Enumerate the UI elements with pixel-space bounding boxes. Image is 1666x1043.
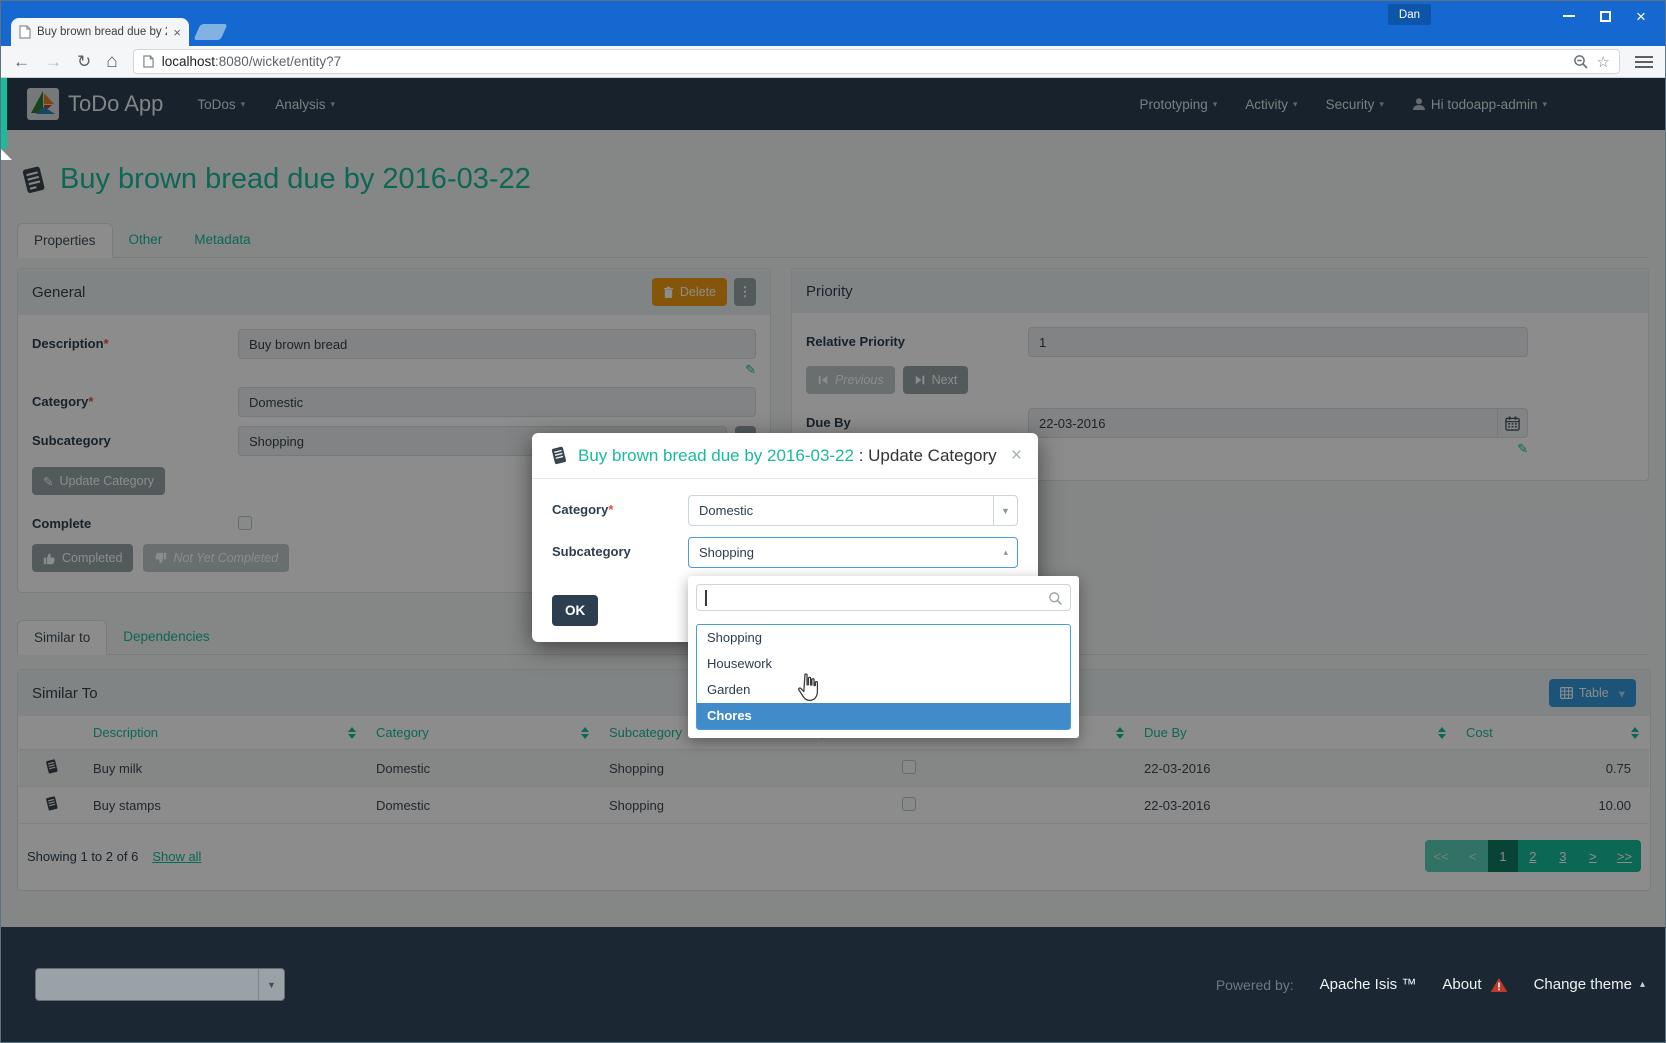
browser-window: Buy brown bread due by 2 × Dan × ← → ↻ ⌂… [0, 0, 1666, 1043]
window-controls: × [1551, 1, 1659, 31]
ajax-indicator-strip [1, 78, 7, 149]
url-path: :8080/wicket/entity?7 [215, 54, 341, 69]
about-link[interactable]: About [1442, 976, 1507, 993]
back-button[interactable]: ← [13, 53, 30, 70]
url-host: localhost [162, 54, 215, 69]
ok-button[interactable]: OK [552, 595, 598, 626]
chevron-down-icon: ▼ [993, 496, 1017, 525]
tab-title: Buy brown bread due by 2 [37, 26, 167, 38]
search-icon [1048, 591, 1063, 606]
action-name: : Update Category [854, 446, 997, 465]
mouse-cursor [796, 673, 822, 703]
new-tab-button[interactable] [193, 24, 227, 40]
dropdown-search[interactable] [696, 584, 1071, 611]
modal-title: Buy brown bread due by 2016-03-22 : Upda… [578, 446, 997, 466]
option-shopping[interactable]: Shopping [697, 625, 1070, 651]
page-favicon-icon [19, 25, 31, 39]
modal-close-icon[interactable]: × [1011, 446, 1022, 465]
chevron-up-icon: ▴ [1640, 979, 1645, 990]
modal-subcategory-row: Subcategory Shopping ▴ Sh [552, 537, 1018, 568]
text-cursor [705, 590, 707, 606]
debug-corner-triangle [1, 149, 12, 160]
dropdown-options: Shopping Housework Garden Chores [696, 624, 1071, 730]
reload-button[interactable]: ↻ [77, 53, 91, 70]
maximize-button[interactable] [1587, 2, 1623, 30]
tab-close-icon[interactable]: × [173, 25, 181, 40]
footer-select[interactable]: ▼ [35, 968, 285, 1001]
page-icon [143, 55, 154, 68]
modal-header: Buy brown bread due by 2016-03-22 : Upda… [532, 433, 1038, 479]
browser-profile-badge[interactable]: Dan [1388, 4, 1431, 25]
home-button[interactable]: ⌂ [106, 52, 117, 71]
modal-subcategory-label: Subcategory [552, 537, 688, 568]
powered-by-label: Powered by: [1216, 977, 1294, 993]
option-garden[interactable]: Garden [697, 677, 1070, 703]
todo-item-icon [548, 445, 569, 466]
app-footer: ▼ Powered by: Apache Isis ™ About Change… [1, 927, 1665, 1042]
chevron-up-icon: ▴ [1003, 547, 1017, 558]
modal-subcategory-select[interactable]: Shopping ▴ [688, 537, 1018, 568]
close-window-button[interactable]: × [1623, 2, 1659, 30]
zoom-out-icon[interactable] [1573, 54, 1589, 70]
dropdown-search-input[interactable] [697, 585, 1070, 610]
warning-icon [1490, 977, 1508, 993]
option-chores[interactable]: Chores [697, 703, 1070, 729]
browser-titlebar: Buy brown bread due by 2 × Dan × [1, 1, 1665, 46]
change-theme-link[interactable]: Change theme ▴ [1534, 976, 1645, 993]
bookmark-star-icon[interactable]: ☆ [1597, 53, 1610, 71]
modal-category-select[interactable]: Domestic ▼ [688, 495, 1018, 526]
option-housework[interactable]: Housework [697, 651, 1070, 677]
browser-toolbar: ← → ↻ ⌂ localhost:8080/wicket/entity?7 ☆ [1, 46, 1665, 78]
minimize-button[interactable] [1551, 2, 1587, 30]
apache-isis-link[interactable]: Apache Isis ™ [1320, 976, 1417, 993]
subcategory-dropdown: Shopping Housework Garden Chores [688, 576, 1079, 738]
address-bar[interactable]: localhost:8080/wicket/entity?7 ☆ [133, 49, 1620, 74]
modal-category-row: Category* Domestic ▼ [552, 495, 1018, 526]
forward-button[interactable]: → [45, 53, 62, 70]
update-category-modal: Buy brown bread due by 2016-03-22 : Upda… [532, 433, 1038, 642]
chevron-down-icon: ▼ [258, 969, 284, 1000]
minimize-icon [1563, 15, 1575, 17]
modal-category-label: Category* [552, 495, 688, 526]
browser-menu-icon[interactable] [1635, 56, 1653, 68]
url-text: localhost:8080/wicket/entity?7 [162, 54, 341, 69]
maximize-icon [1600, 11, 1611, 22]
browser-tab[interactable]: Buy brown bread due by 2 × [11, 18, 189, 46]
entity-title-link[interactable]: Buy brown bread due by 2016-03-22 [578, 446, 854, 465]
